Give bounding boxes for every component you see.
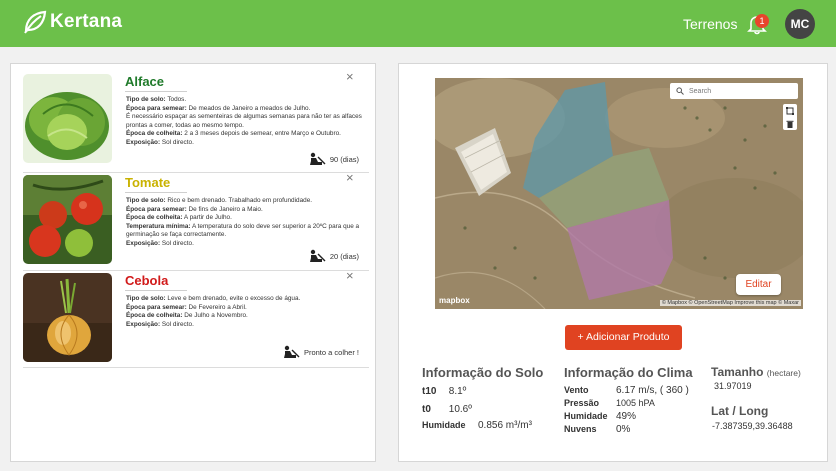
add-product-button[interactable]: + Adicionar Produto xyxy=(565,325,682,350)
user-avatar[interactable]: MC xyxy=(785,9,815,39)
field-panel: Search Editar mapbox © Mapbox © OpenStre… xyxy=(398,63,828,462)
map-search-input[interactable]: Search xyxy=(670,83,798,99)
crop-card-tomate[interactable]: Tomate Tipo de solo: Rico e bem drenado.… xyxy=(23,170,361,270)
search-placeholder: Search xyxy=(689,87,712,95)
farmer-icon xyxy=(309,152,326,165)
harvest-info: 90 (dias) xyxy=(308,152,359,166)
divider xyxy=(23,367,369,368)
crop-description: Tipo de solo: Leve e bem drenado, evite … xyxy=(126,295,301,328)
crop-description: Tipo de solo: Todos. Época para semear: … xyxy=(126,96,362,146)
crop-card-alface[interactable]: Alface Tipo de solo: Todos. Época para s… xyxy=(23,69,362,169)
harvest-info: 20 (dias) xyxy=(308,249,359,263)
climate-humidity-row: Humidade 49% xyxy=(564,411,637,422)
latlong-value: -7.387359,39.36488 xyxy=(712,421,793,431)
satellite-map[interactable]: Search Editar mapbox © Mapbox © OpenStre… xyxy=(435,78,803,309)
app-name: Kertana xyxy=(50,11,123,32)
app-logo[interactable]: Kertana xyxy=(22,9,122,35)
climate-pressure-row: Pressão 1005 hPA xyxy=(564,398,655,408)
leaf-icon xyxy=(24,10,47,34)
climate-wind-row: Vento 6.17 m/s, ( 360 ) xyxy=(564,385,689,396)
soil-t10-row: t10 8.1º xyxy=(422,386,467,397)
farmer-icon xyxy=(283,345,300,358)
harvest-days: 20 (dias) xyxy=(329,251,359,261)
soil-t0-row: t0 10.6º xyxy=(422,404,472,415)
close-icon[interactable]: × xyxy=(346,170,354,185)
divider xyxy=(23,270,369,271)
notification-badge: 1 xyxy=(755,14,769,28)
climate-info-title: Informação do Clima xyxy=(564,365,693,380)
harvest-status: Pronto a colher ! xyxy=(303,347,359,357)
map-attribution[interactable]: © Mapbox © OpenStreetMap Improve this ma… xyxy=(659,300,801,306)
soil-humidity-row: Humidade 0.856 m³/m³ xyxy=(422,420,532,431)
harvest-info: Pronto a colher ! xyxy=(282,345,359,359)
climate-clouds-row: Nuvens 0% xyxy=(564,424,631,435)
search-icon xyxy=(676,87,684,95)
size-value: 31.97019 xyxy=(714,381,752,391)
nav-terrenos-link[interactable]: Terrenos xyxy=(683,16,737,32)
lettuce-image xyxy=(23,74,112,163)
harvest-days: 90 (dias) xyxy=(329,154,359,164)
tomato-image xyxy=(23,175,112,264)
draw-polygon-icon[interactable] xyxy=(783,104,797,117)
crop-card-cebola[interactable]: Cebola Tipo de solo: Leve e bem drenado,… xyxy=(23,268,361,368)
crop-name: Alface xyxy=(125,74,187,92)
close-icon[interactable]: × xyxy=(346,69,354,84)
soil-info-title: Informação do Solo xyxy=(422,365,544,380)
close-icon[interactable]: × xyxy=(346,268,354,283)
divider xyxy=(23,172,369,173)
map-draw-tools xyxy=(783,104,797,130)
farmer-icon xyxy=(309,249,326,262)
size-title: Tamanho (hectare) xyxy=(711,365,801,379)
edit-button[interactable]: Editar xyxy=(736,274,781,295)
onion-image xyxy=(23,273,112,362)
crop-description: Tipo de solo: Rico e bem drenado. Trabal… xyxy=(126,197,360,247)
crops-panel: Alface Tipo de solo: Todos. Época para s… xyxy=(10,63,376,462)
crop-name: Cebola xyxy=(125,273,187,291)
crop-name: Tomate xyxy=(125,175,187,193)
mapbox-logo: mapbox xyxy=(439,296,470,305)
top-bar: Kertana Terrenos 1 MC xyxy=(0,0,836,47)
latlong-title: Lat / Long xyxy=(711,404,769,418)
trash-icon[interactable] xyxy=(783,117,797,130)
